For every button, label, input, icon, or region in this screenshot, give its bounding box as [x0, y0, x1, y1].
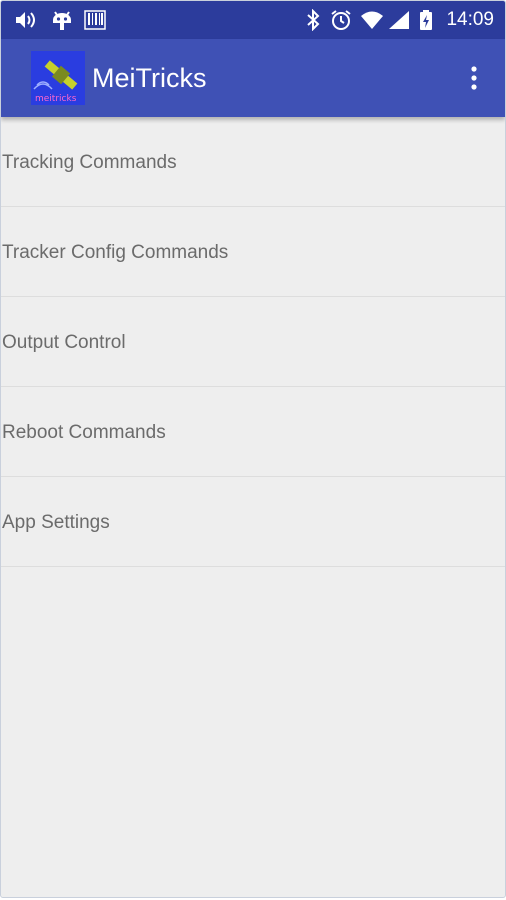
menu-item-label: Tracking Commands — [2, 152, 177, 173]
phone-screen: 14:09 meitricks MeiTricks Tracking Comma… — [0, 0, 506, 898]
signal-icon — [389, 11, 409, 29]
menu-item-tracker-config-commands[interactable]: Tracker Config Commands — [1, 207, 505, 297]
clock-time: 14:09 — [446, 9, 494, 30]
android-debug-icon — [53, 11, 71, 30]
menu-item-label: Tracker Config Commands — [2, 242, 229, 263]
menu-item-label: App Settings — [2, 512, 110, 533]
command-menu-list: Tracking Commands Tracker Config Command… — [1, 117, 505, 567]
barcode-icon — [84, 10, 106, 30]
volume-icon — [16, 12, 35, 28]
more-vert-icon[interactable] — [457, 61, 491, 95]
app-logo-text: meitricks — [35, 94, 77, 104]
status-bar: 14:09 — [1, 1, 505, 39]
app-title: MeiTricks — [92, 63, 207, 93]
menu-item-app-settings[interactable]: App Settings — [1, 477, 505, 567]
app-bar: meitricks MeiTricks — [1, 39, 505, 117]
app-logo-icon: meitricks — [31, 51, 85, 105]
menu-item-label: Output Control — [2, 332, 126, 353]
menu-item-output-control[interactable]: Output Control — [1, 297, 505, 387]
menu-item-reboot-commands[interactable]: Reboot Commands — [1, 387, 505, 477]
wifi-icon — [361, 11, 383, 29]
bluetooth-icon — [307, 9, 320, 31]
menu-item-label: Reboot Commands — [2, 422, 166, 443]
battery-charging-icon — [420, 10, 432, 30]
alarm-icon — [331, 10, 351, 30]
menu-item-tracking-commands[interactable]: Tracking Commands — [1, 117, 505, 207]
